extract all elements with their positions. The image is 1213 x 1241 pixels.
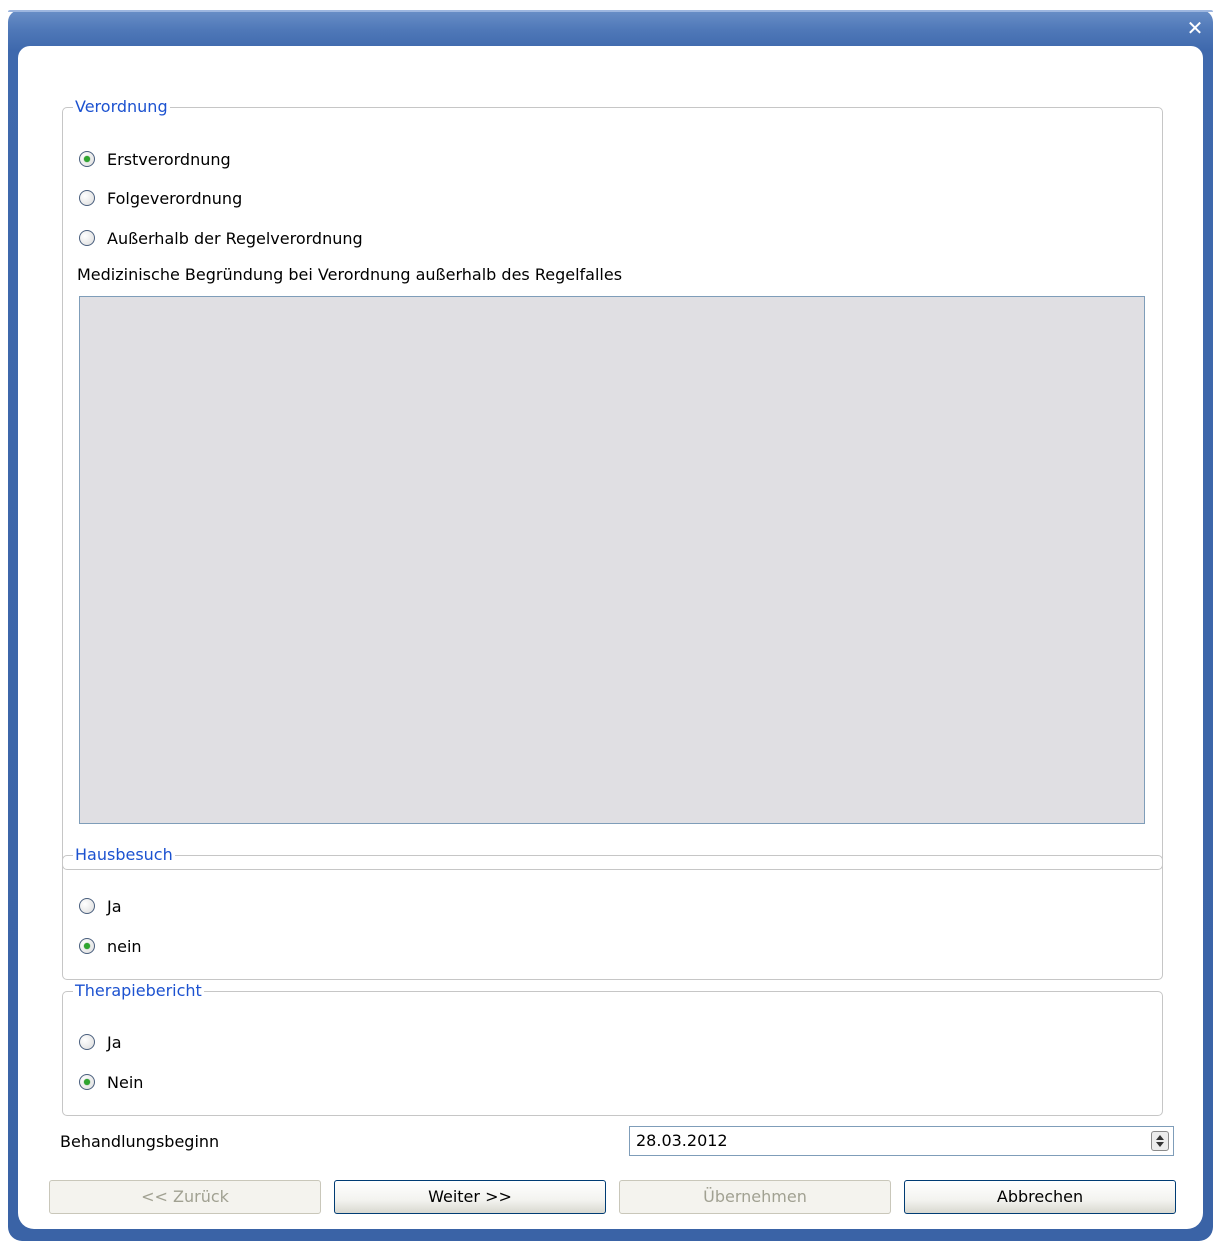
- radio-therapiebericht-ja[interactable]: Ja: [79, 1031, 122, 1053]
- dialog-window: ✕ Verordnung Erstverordnung Folgeverordn…: [8, 10, 1213, 1241]
- radio-button-icon[interactable]: [79, 938, 95, 954]
- begruendung-label: Medizinische Begründung bei Verordnung a…: [77, 265, 623, 284]
- back-button[interactable]: << Zurück: [49, 1180, 321, 1214]
- radio-button-icon[interactable]: [79, 1074, 95, 1090]
- apply-button[interactable]: Übernehmen: [619, 1180, 891, 1214]
- next-button[interactable]: Weiter >>: [334, 1180, 606, 1214]
- radio-label: Ja: [107, 1032, 122, 1052]
- verordnung-group: Verordnung Erstverordnung Folgeverordnun…: [62, 98, 1163, 870]
- behandlungsbeginn-label: Behandlungsbeginn: [60, 1132, 220, 1151]
- radio-label: Außerhalb der Regelverordnung: [107, 228, 363, 248]
- radio-button-icon[interactable]: [79, 190, 95, 206]
- radio-button-icon[interactable]: [79, 230, 95, 246]
- spin-down-icon[interactable]: [1156, 1142, 1164, 1147]
- radio-label: Nein: [107, 1072, 144, 1092]
- date-spin-control[interactable]: [1151, 1131, 1169, 1151]
- begruendung-textarea[interactable]: [79, 296, 1145, 824]
- radio-hausbesuch-nein[interactable]: nein: [79, 935, 142, 957]
- radio-therapiebericht-nein[interactable]: Nein: [79, 1071, 143, 1093]
- hausbesuch-group: Hausbesuch Ja nein: [62, 846, 1163, 980]
- radio-erstverordnung[interactable]: Erstverordnung: [79, 148, 231, 170]
- spin-up-icon[interactable]: [1156, 1135, 1164, 1140]
- radio-button-icon[interactable]: [79, 151, 95, 167]
- radio-label: Folgeverordnung: [107, 188, 243, 208]
- dialog-client-area: Verordnung Erstverordnung Folgeverordnun…: [18, 46, 1203, 1229]
- behandlungsbeginn-date-field[interactable]: 28.03.2012: [629, 1126, 1174, 1156]
- therapiebericht-legend: Therapiebericht: [75, 981, 202, 1000]
- radio-button-icon[interactable]: [79, 1034, 95, 1050]
- radio-ausserhalb-regelverordnung[interactable]: Außerhalb der Regelverordnung: [79, 227, 363, 249]
- radio-label: nein: [107, 936, 142, 956]
- close-icon[interactable]: ✕: [1185, 18, 1205, 38]
- date-value: 28.03.2012: [636, 1131, 728, 1150]
- hausbesuch-legend: Hausbesuch: [75, 845, 173, 864]
- cancel-button[interactable]: Abbrechen: [904, 1180, 1176, 1214]
- radio-label: Ja: [107, 896, 122, 916]
- radio-folgeverordnung[interactable]: Folgeverordnung: [79, 187, 242, 209]
- therapiebericht-group: Therapiebericht Ja Nein: [62, 982, 1163, 1116]
- verordnung-legend: Verordnung: [75, 97, 168, 116]
- radio-button-icon[interactable]: [79, 898, 95, 914]
- titlebar-highlight: [8, 10, 1213, 12]
- radio-label: Erstverordnung: [107, 149, 231, 169]
- radio-hausbesuch-ja[interactable]: Ja: [79, 895, 122, 917]
